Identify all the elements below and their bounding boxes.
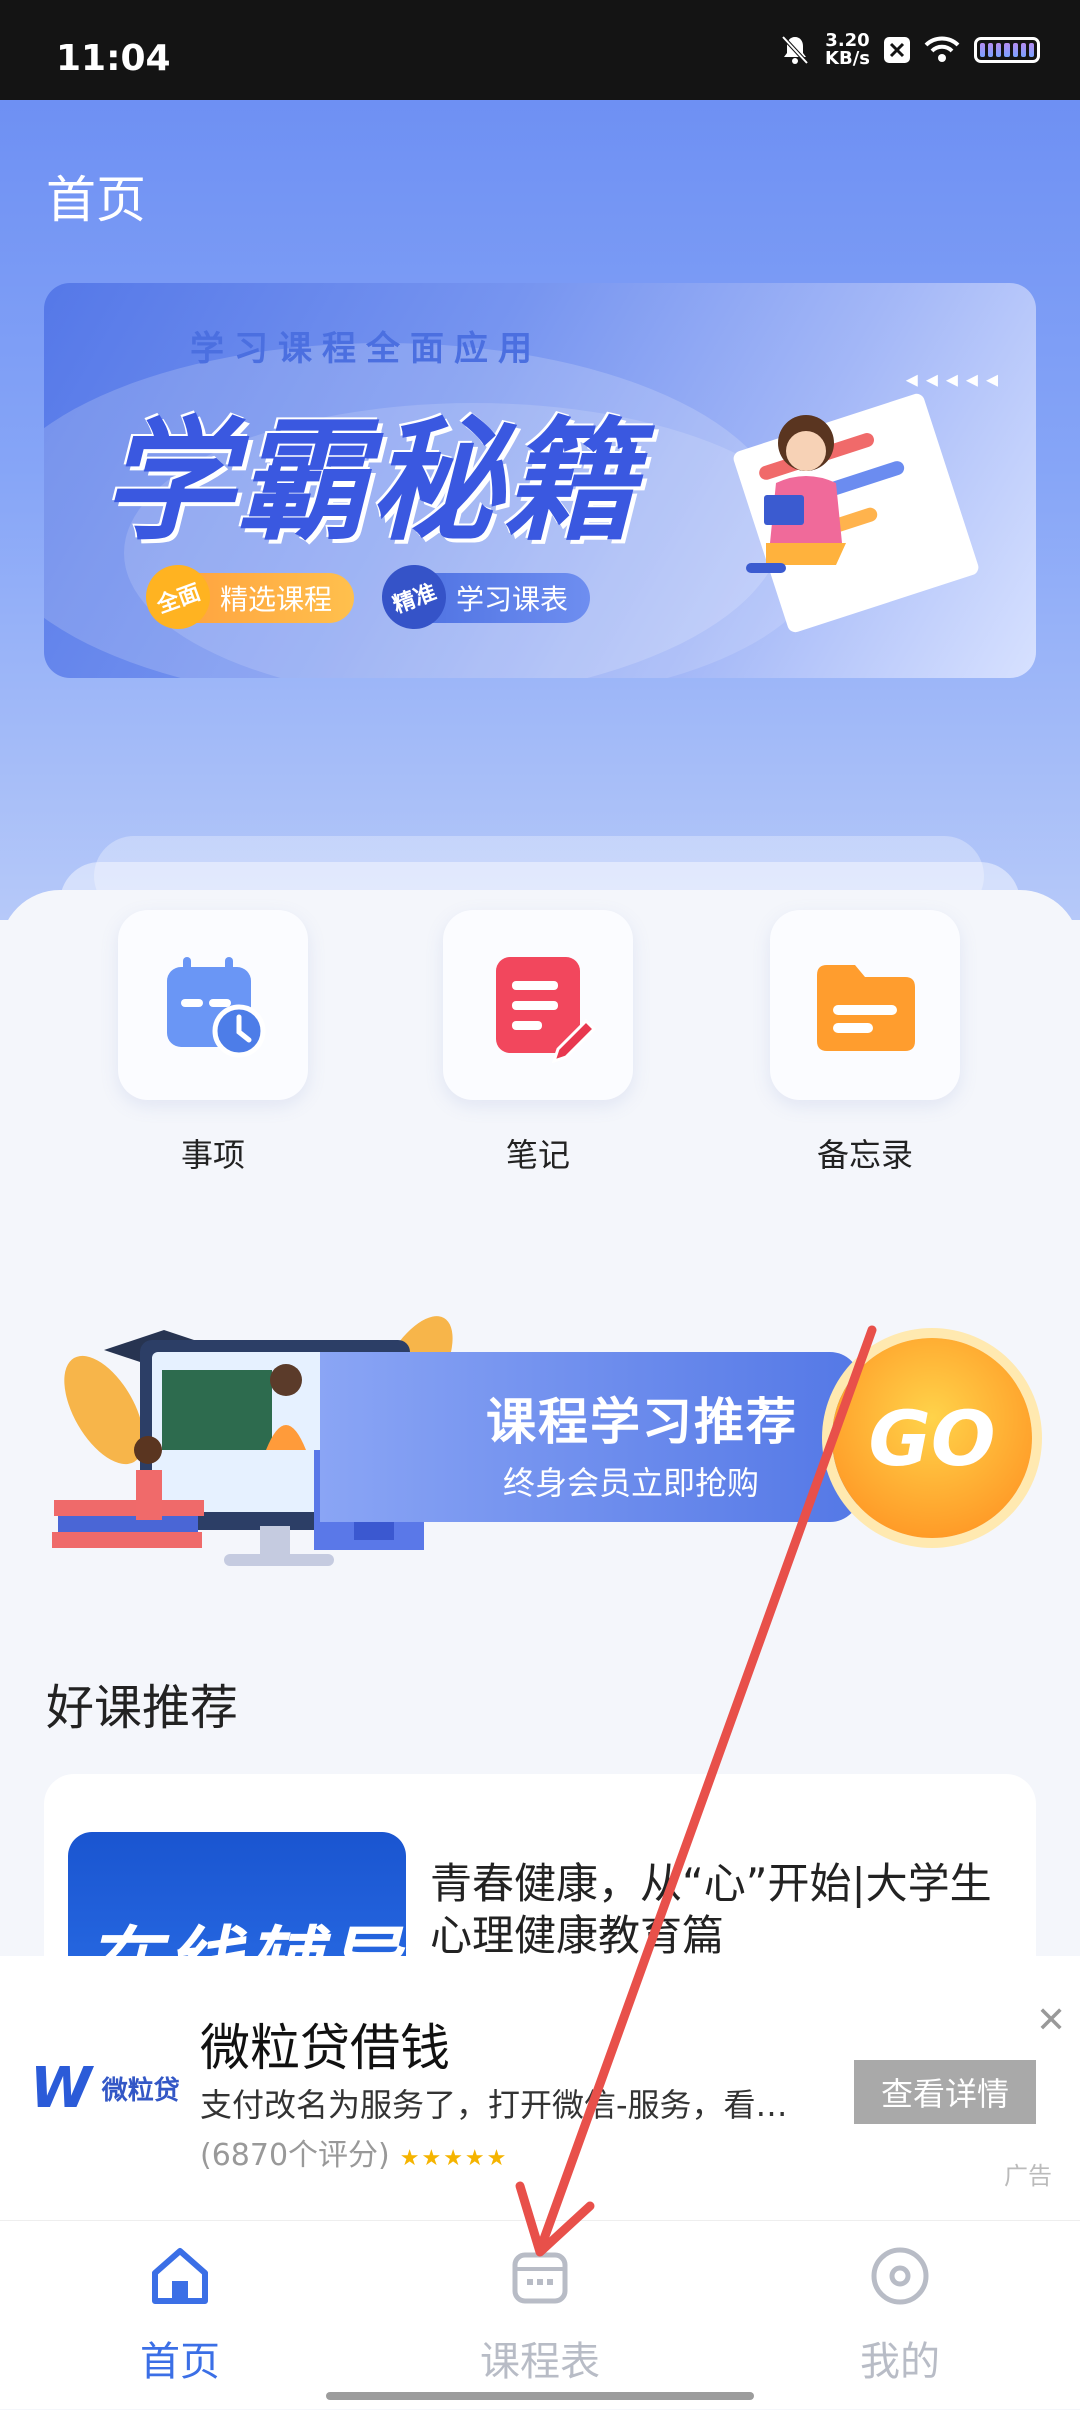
wifi-icon	[924, 36, 960, 62]
tab-label-home: 首页	[140, 2339, 220, 2385]
close-icon[interactable]: ✕	[1036, 2000, 1066, 2041]
feature-label-notes: 笔记	[505, 1136, 570, 1174]
folder-icon	[770, 910, 960, 1100]
tab-mine[interactable]: 我的	[800, 2241, 1000, 2387]
star-rating-icon: ★★★★★	[399, 2146, 509, 2171]
feature-items[interactable]: 事项	[118, 910, 308, 1176]
ad-logo: W 微粒贷	[30, 2056, 180, 2121]
banner-tag-selected-courses: 全面 精选课程	[136, 555, 355, 639]
home-icon	[152, 2248, 208, 2304]
calendar-icon	[512, 2252, 568, 2304]
section-title: 好课推荐	[46, 1680, 239, 1736]
banner[interactable]: 学习课程全面应用 学霸秘籍 全面 精选课程 精准 学习课表 ◂◂◂◂◂	[44, 283, 1036, 678]
ad-details-button[interactable]: 查看详情	[854, 2060, 1036, 2124]
status-time: 11:04	[56, 38, 171, 79]
profile-icon	[871, 2247, 929, 2305]
ad-description: 支付改名为服务了，打开微信-服务，看…	[200, 2086, 788, 2124]
feature-memo[interactable]: 备忘录	[770, 910, 960, 1176]
feature-label-memo: 备忘录	[816, 1136, 913, 1174]
feature-label-items: 事项	[180, 1136, 245, 1174]
tab-home[interactable]: 首页	[80, 2241, 280, 2387]
ad-title: 微粒贷借钱	[200, 2019, 450, 2077]
status-icons: 3.20 KB/s	[779, 32, 1040, 68]
banner-title: 学霸秘籍	[102, 405, 638, 559]
home-indicator	[326, 2392, 754, 2400]
calendar-clock-icon	[118, 910, 308, 1100]
note-icon	[443, 910, 633, 1100]
tab-label-mine: 我的	[860, 2339, 940, 2385]
course-title: 青春健康，从“心”开始|大学生心理健康教育篇	[430, 1859, 992, 1960]
tab-bar: 首页 课程表 我的	[0, 2220, 1080, 2409]
page-title: 首页	[46, 171, 146, 229]
status-bar: 11:04 3.20 KB/s	[0, 0, 1080, 100]
go-button[interactable]: GO	[832, 1338, 1032, 1538]
bell-muted-icon	[781, 35, 809, 65]
battery-icon	[974, 37, 1040, 63]
feature-notes[interactable]: 笔记	[443, 910, 633, 1176]
banner-tag-study-schedule: 精准 学习课表	[372, 555, 591, 639]
promo-title: 课程学习推荐	[486, 1393, 798, 1451]
promo-subtitle: 终身会员立即抢购	[503, 1464, 760, 1502]
arrows-decoration: ◂◂◂◂◂	[905, 365, 1006, 393]
ad-banner[interactable]: W 微粒贷 微粒贷借钱 支付改名为服务了，打开微信-服务，看… (6870个评分)…	[0, 1956, 1080, 2220]
ad-label: 广告	[1004, 2162, 1052, 2190]
net-speed: 3.20 KB/s	[825, 30, 870, 69]
ad-rating: (6870个评分) ★★★★★	[200, 2138, 509, 2173]
tab-schedule[interactable]: 课程表	[440, 2241, 640, 2387]
x-app-icon	[884, 37, 910, 63]
reading-girl-illustration	[746, 415, 846, 573]
banner-subtitle: 学习课程全面应用	[190, 329, 542, 369]
tab-label-schedule: 课程表	[480, 2339, 600, 2385]
